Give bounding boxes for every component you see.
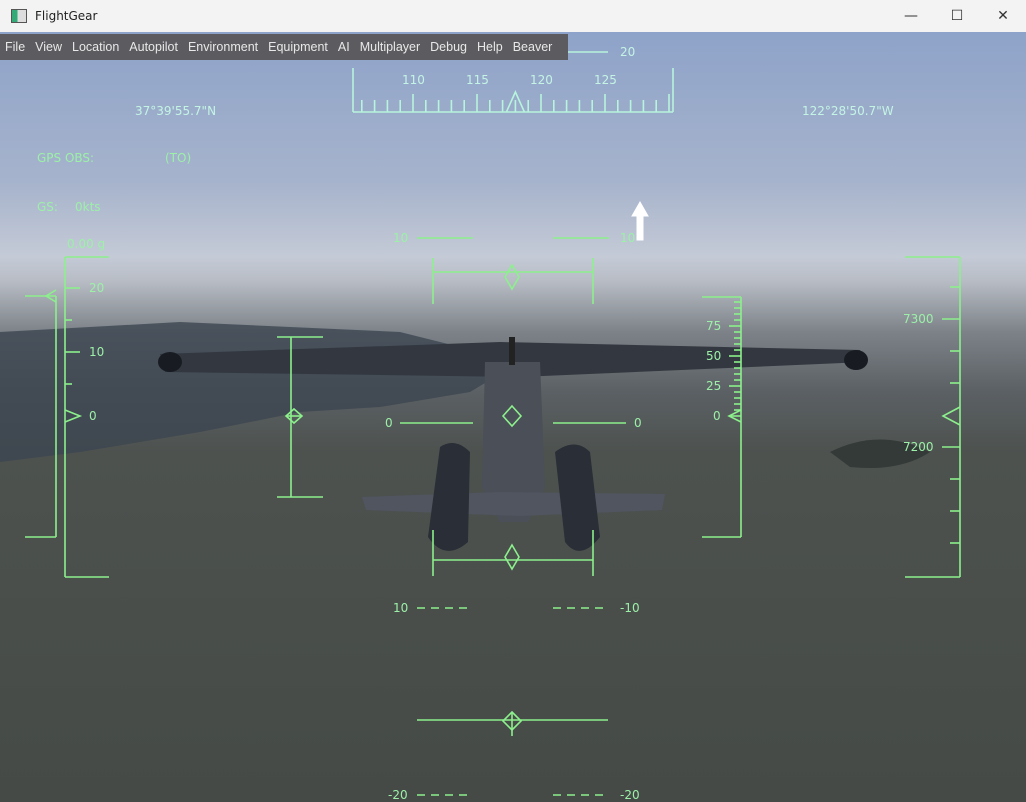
heading-label: 125: [594, 73, 617, 87]
gps-obs-value: (TO): [165, 151, 191, 165]
menu-ai[interactable]: AI: [333, 40, 355, 54]
pitch-label: 0: [385, 416, 393, 430]
menu-environment[interactable]: Environment: [183, 40, 263, 54]
speed-label: 75: [706, 319, 721, 333]
pitch-label: -20: [388, 788, 408, 802]
flightgear-app-icon: [11, 9, 27, 23]
window-title: FlightGear: [35, 9, 98, 23]
airspeed-tape: 75 50 25 0: [702, 296, 742, 538]
longitude-readout: 122°28'50.7"W: [802, 104, 894, 118]
menu-beaver[interactable]: Beaver: [508, 40, 558, 54]
g-load-readout: 0.00 g: [67, 237, 105, 251]
ground-speed-label: GS:: [37, 200, 58, 214]
menu-location[interactable]: Location: [67, 40, 124, 54]
pitch-label: -10: [620, 601, 640, 615]
flight-path-brackets: [417, 258, 608, 736]
pitch-label: 10: [393, 231, 408, 245]
speed-label: 0: [713, 409, 721, 423]
speed-label: 50: [706, 349, 721, 363]
heading-label: 120: [530, 73, 553, 87]
ground-speed-value: 0kts: [75, 200, 101, 214]
g-meter: 0.00 g 20 10 0: [25, 237, 109, 578]
hud-overlay: 20 110 115 120 125 37°39'55.7"N 122°28'5…: [25, 45, 961, 802]
menu-multiplayer[interactable]: Multiplayer: [355, 40, 425, 54]
pitch-ladder: 10 10 0 0 10 -10 -20 -20: [385, 231, 642, 802]
pitch-label: -20: [620, 788, 640, 802]
menu-view[interactable]: View: [30, 40, 67, 54]
flight-view[interactable]: 20 110 115 120 125 37°39'55.7"N 122°28'5…: [0, 32, 1026, 802]
g-scale-label: 0: [89, 409, 97, 423]
altitude-pointer: [941, 406, 961, 426]
bank-label: 20: [620, 45, 635, 59]
heading-label: 115: [466, 73, 489, 87]
aircraft-reference-diamond: [501, 404, 523, 428]
menu-equipment[interactable]: Equipment: [263, 40, 333, 54]
close-button[interactable]: ✕: [980, 0, 1026, 32]
gps-obs-label: GPS OBS:: [37, 151, 94, 165]
speed-label: 25: [706, 379, 721, 393]
pitch-label: 10: [393, 601, 408, 615]
g-scale-label: 10: [89, 345, 104, 359]
menu-file[interactable]: File: [0, 40, 30, 54]
g-scale-label: 20: [89, 281, 104, 295]
menu-debug[interactable]: Debug: [425, 40, 472, 54]
window-titlebar: FlightGear — ☐ ✕: [0, 0, 1026, 32]
menu-help[interactable]: Help: [472, 40, 508, 54]
latitude-readout: 37°39'55.7"N: [135, 104, 216, 118]
altitude-label: 7300: [903, 312, 934, 326]
pitch-label: 10: [620, 231, 635, 245]
altitude-label: 7200: [903, 440, 934, 454]
sideslip-bracket: [277, 336, 323, 498]
menu-bar: File View Location Autopilot Environment…: [0, 34, 568, 60]
maximize-button[interactable]: ☐: [934, 0, 980, 32]
altitude-tape: 7300 7200: [903, 256, 961, 578]
menu-autopilot[interactable]: Autopilot: [124, 40, 183, 54]
pitch-label: 0: [634, 416, 642, 430]
heading-label: 110: [402, 73, 425, 87]
minimize-button[interactable]: —: [888, 0, 934, 32]
